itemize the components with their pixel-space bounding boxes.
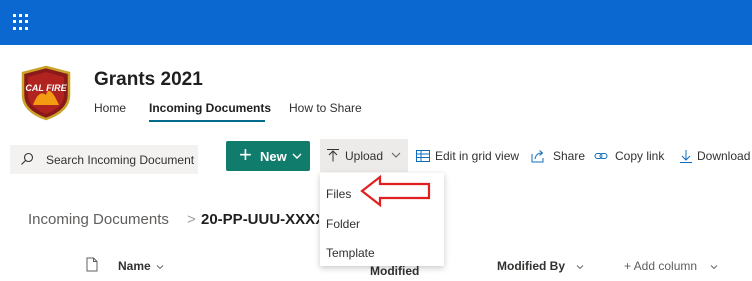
- menu-item-files[interactable]: Files: [326, 187, 351, 201]
- download-button[interactable]: Download: [697, 149, 750, 163]
- chevron-down-icon: [576, 265, 584, 270]
- document-icon[interactable]: [86, 257, 98, 272]
- nav-home[interactable]: Home: [94, 101, 126, 115]
- column-header-modified-by[interactable]: Modified By: [497, 259, 565, 273]
- cal-fire-logo[interactable]: CAL FIRE: [19, 65, 73, 121]
- plus-icon: +: [239, 142, 252, 167]
- red-arrow-annotation: [360, 174, 431, 208]
- upload-button-label: Upload: [345, 149, 384, 163]
- nav-incoming-documents[interactable]: Incoming Documents: [149, 101, 271, 115]
- menu-item-template[interactable]: Template: [326, 246, 375, 260]
- breadcrumb-root[interactable]: Incoming Documents: [28, 211, 169, 228]
- upload-icon: [327, 149, 339, 162]
- share-button[interactable]: Share: [553, 149, 585, 163]
- new-button[interactable]: + New: [226, 141, 310, 171]
- upload-button[interactable]: Upload: [320, 139, 408, 172]
- site-title[interactable]: Grants 2021: [94, 69, 203, 91]
- menu-item-folder[interactable]: Folder: [326, 217, 360, 231]
- breadcrumb-separator: >: [187, 211, 196, 228]
- nav-how-to-share[interactable]: How to Share: [289, 101, 362, 115]
- add-column-button[interactable]: + Add column: [624, 259, 697, 273]
- breadcrumb-current: 20-PP-UUU-XXXX: [201, 211, 319, 228]
- nav-selected-indicator: [149, 120, 265, 122]
- copy-link-button[interactable]: Copy link: [615, 149, 664, 163]
- download-icon[interactable]: [679, 149, 693, 163]
- waffle-icon[interactable]: [12, 13, 30, 31]
- grid-view-icon[interactable]: [416, 149, 430, 163]
- column-header-name[interactable]: Name: [118, 259, 151, 273]
- chevron-down-icon: [156, 265, 164, 270]
- suite-bar: [0, 0, 752, 45]
- new-button-label: New: [260, 149, 287, 164]
- search-box[interactable]: Search Incoming Document: [10, 145, 198, 174]
- logo-text: CAL FIRE: [25, 83, 67, 93]
- edit-grid-view-button[interactable]: Edit in grid view: [435, 149, 519, 163]
- search-icon: [21, 152, 34, 165]
- share-icon[interactable]: [531, 149, 545, 163]
- chevron-down-icon: [292, 153, 302, 159]
- chevron-down-icon: [391, 152, 401, 158]
- chevron-down-icon: [710, 265, 718, 270]
- link-icon[interactable]: [594, 149, 608, 163]
- search-placeholder[interactable]: Search Incoming Document: [46, 153, 194, 167]
